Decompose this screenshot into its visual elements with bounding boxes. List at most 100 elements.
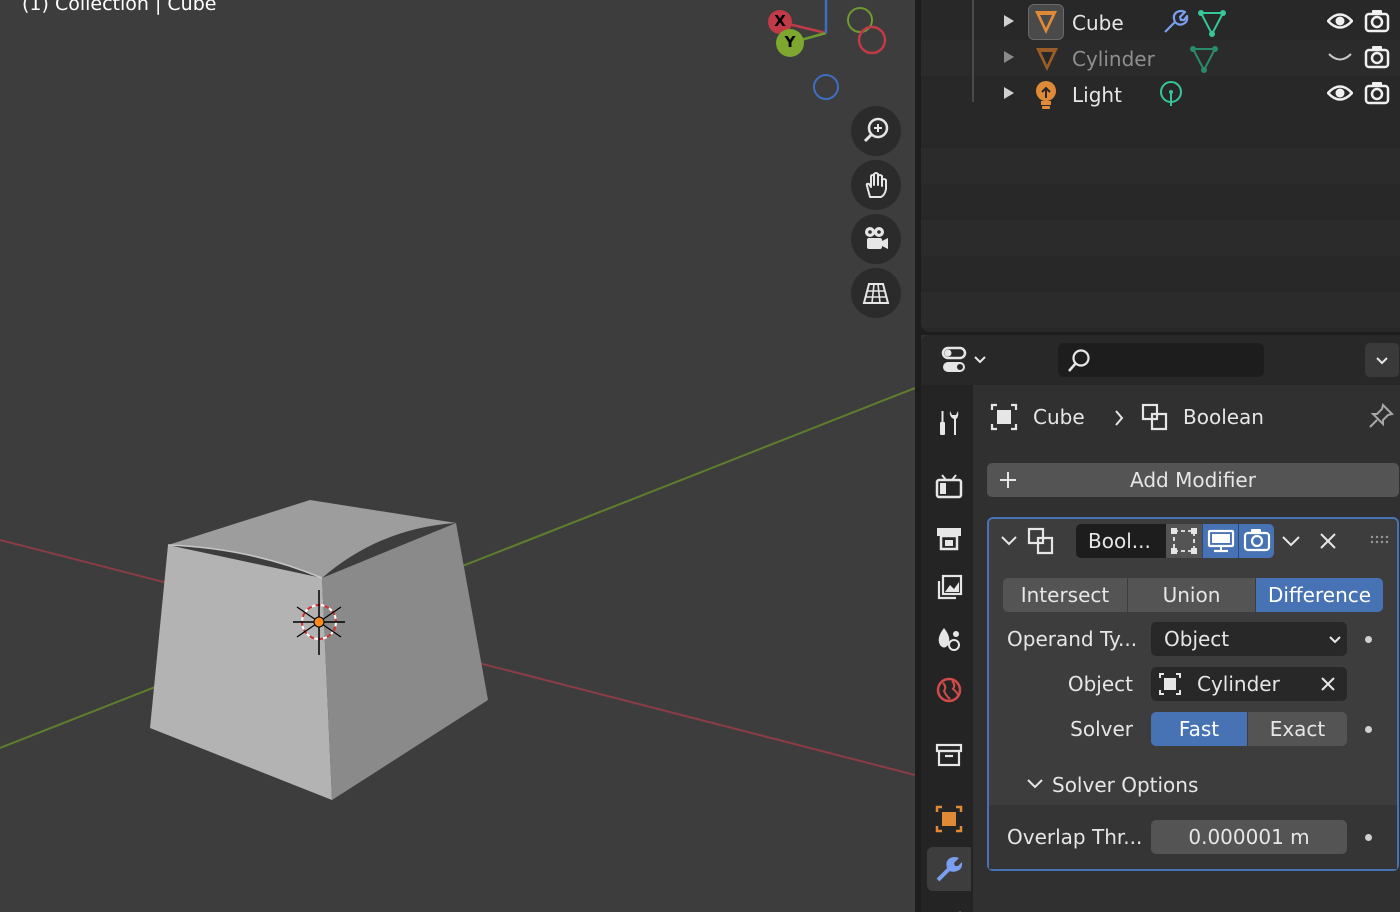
properties-tabs [921, 385, 973, 912]
breadcrumb-chevron-icon [1115, 410, 1124, 426]
eye-closed-icon[interactable] [1327, 49, 1353, 65]
ortho-toggle-button[interactable] [851, 268, 901, 318]
close-icon[interactable] [1317, 530, 1339, 552]
tab-view-layer[interactable] [927, 566, 971, 610]
gizmo-y-label[interactable]: Y [783, 33, 797, 51]
tab-object[interactable] [927, 797, 971, 841]
wrench-icon[interactable] [1161, 8, 1189, 36]
overlap-threshold-label: Overlap Thr... [1007, 825, 1143, 849]
clear-icon[interactable] [1319, 675, 1337, 693]
outliner-row-cube[interactable]: Cube [921, 4, 1400, 41]
tab-particles[interactable] [927, 900, 971, 912]
object-picker[interactable]: Cylinder [1151, 667, 1347, 701]
render-camera-icon[interactable] [1364, 80, 1390, 106]
tab-output[interactable] [927, 516, 971, 560]
outliner-row-light[interactable]: Light [921, 77, 1400, 113]
outliner-row-cylinder[interactable]: Cylinder [921, 41, 1400, 77]
tab-scene[interactable] [927, 617, 971, 661]
edit-mode-toggle[interactable] [1166, 524, 1202, 558]
object-icon [990, 403, 1018, 431]
boolean-modifier-icon [1027, 527, 1054, 555]
render-icon [935, 474, 963, 499]
add-modifier-label: Add Modifier [1130, 468, 1256, 492]
light-icon[interactable] [1032, 79, 1060, 111]
light-data-icon[interactable] [1157, 80, 1185, 110]
outliner-label: Cube [1072, 11, 1124, 35]
printer-icon [937, 528, 961, 551]
keyframe-dot[interactable] [1365, 726, 1372, 733]
operand-type-label: Operand Ty... [1007, 627, 1138, 651]
outliner[interactable]: Cube Cylinder Light [921, 0, 1400, 332]
collapse-chevron-icon[interactable] [1025, 775, 1045, 793]
solver-label: Solver [1070, 717, 1133, 741]
properties-header [921, 335, 1400, 385]
object-label: Object [1067, 672, 1133, 696]
render-toggle[interactable] [1238, 524, 1274, 558]
zoom-button[interactable] [851, 106, 901, 156]
expand-arrow-icon[interactable] [1004, 87, 1014, 99]
object-value: Cylinder [1197, 672, 1280, 696]
chevron-down-icon[interactable] [1279, 531, 1303, 551]
keyframe-dot[interactable] [1365, 834, 1372, 841]
eye-icon[interactable] [1327, 82, 1353, 104]
ortho-grid-icon [862, 283, 890, 304]
tab-world[interactable] [927, 668, 971, 712]
expand-arrow-icon[interactable] [1004, 51, 1014, 63]
camera-view-button[interactable] [851, 214, 901, 264]
overlap-threshold-input[interactable]: 0.000001 m [1151, 820, 1347, 854]
boolean-modifier-panel: Bool... Intersect Union Difference Opera… [987, 517, 1399, 871]
editor-type-button[interactable] [935, 343, 991, 377]
tab-tool[interactable] [927, 400, 971, 444]
tab-render[interactable] [927, 464, 971, 508]
add-modifier-button[interactable]: Add Modifier [987, 463, 1399, 497]
operation-union[interactable]: Union [1128, 578, 1255, 612]
solver-options-header[interactable]: Solver Options [1052, 773, 1198, 797]
operation-difference[interactable]: Difference [1256, 578, 1383, 612]
properties-editor-icon [941, 346, 986, 372]
tab-modifiers[interactable] [927, 847, 971, 891]
search-icon [1068, 349, 1090, 372]
pan-hand-icon [865, 172, 887, 198]
chevron-down-icon [1376, 357, 1388, 365]
overlap-threshold-value: 0.000001 m [1188, 825, 1310, 849]
row-stripe [921, 148, 1400, 184]
mesh-data-icon[interactable] [1197, 7, 1227, 37]
pin-icon[interactable] [1366, 401, 1396, 431]
boolean-modifier-icon [1141, 403, 1168, 431]
camera-icon [865, 227, 888, 249]
expand-arrow-icon[interactable] [1004, 15, 1014, 27]
pan-button[interactable] [851, 160, 901, 210]
render-camera-icon[interactable] [1364, 44, 1390, 70]
modifier-name-input[interactable]: Bool... [1076, 524, 1166, 558]
collapse-chevron-icon[interactable] [999, 531, 1019, 551]
chevron-down-icon [1329, 636, 1341, 644]
mesh-icon [1035, 11, 1057, 34]
row-stripe [921, 220, 1400, 256]
render-camera-icon[interactable] [1364, 8, 1390, 34]
world-icon [936, 677, 962, 703]
drag-handle-icon[interactable] [1369, 534, 1391, 546]
options-dropdown-button[interactable] [1365, 343, 1399, 377]
keyframe-dot[interactable] [1365, 636, 1372, 643]
operand-type-value: Object [1164, 627, 1230, 651]
properties-search-input[interactable] [1058, 343, 1264, 377]
viewport-display-toggle[interactable] [1202, 524, 1238, 558]
gizmo-x-label[interactable]: X [773, 12, 787, 30]
breadcrumb-modifier: Boolean [1183, 405, 1264, 429]
tool-icon [940, 411, 959, 435]
solver-options-body: Overlap Thr... 0.000001 m [989, 805, 1397, 869]
operand-type-select[interactable]: Object [1151, 622, 1347, 656]
mesh-data-icon[interactable] [1189, 43, 1219, 73]
zoom-icon [863, 117, 889, 143]
collection-box-icon [935, 743, 963, 767]
solver-fast[interactable]: Fast [1151, 712, 1247, 746]
eye-icon[interactable] [1327, 10, 1353, 32]
tab-collection[interactable] [927, 733, 971, 777]
operation-intersect[interactable]: Intersect [1003, 578, 1127, 612]
3d-viewport[interactable]: (1) Collection | Cube X Y [0, 0, 915, 912]
properties-editor[interactable]: Cube Boolean Add Modifier Bool... Inters… [921, 335, 1400, 912]
mesh-icon-bg[interactable] [1028, 4, 1064, 40]
mesh-icon[interactable] [1030, 42, 1064, 76]
cube-right-face [322, 523, 488, 800]
solver-exact[interactable]: Exact [1248, 712, 1347, 746]
